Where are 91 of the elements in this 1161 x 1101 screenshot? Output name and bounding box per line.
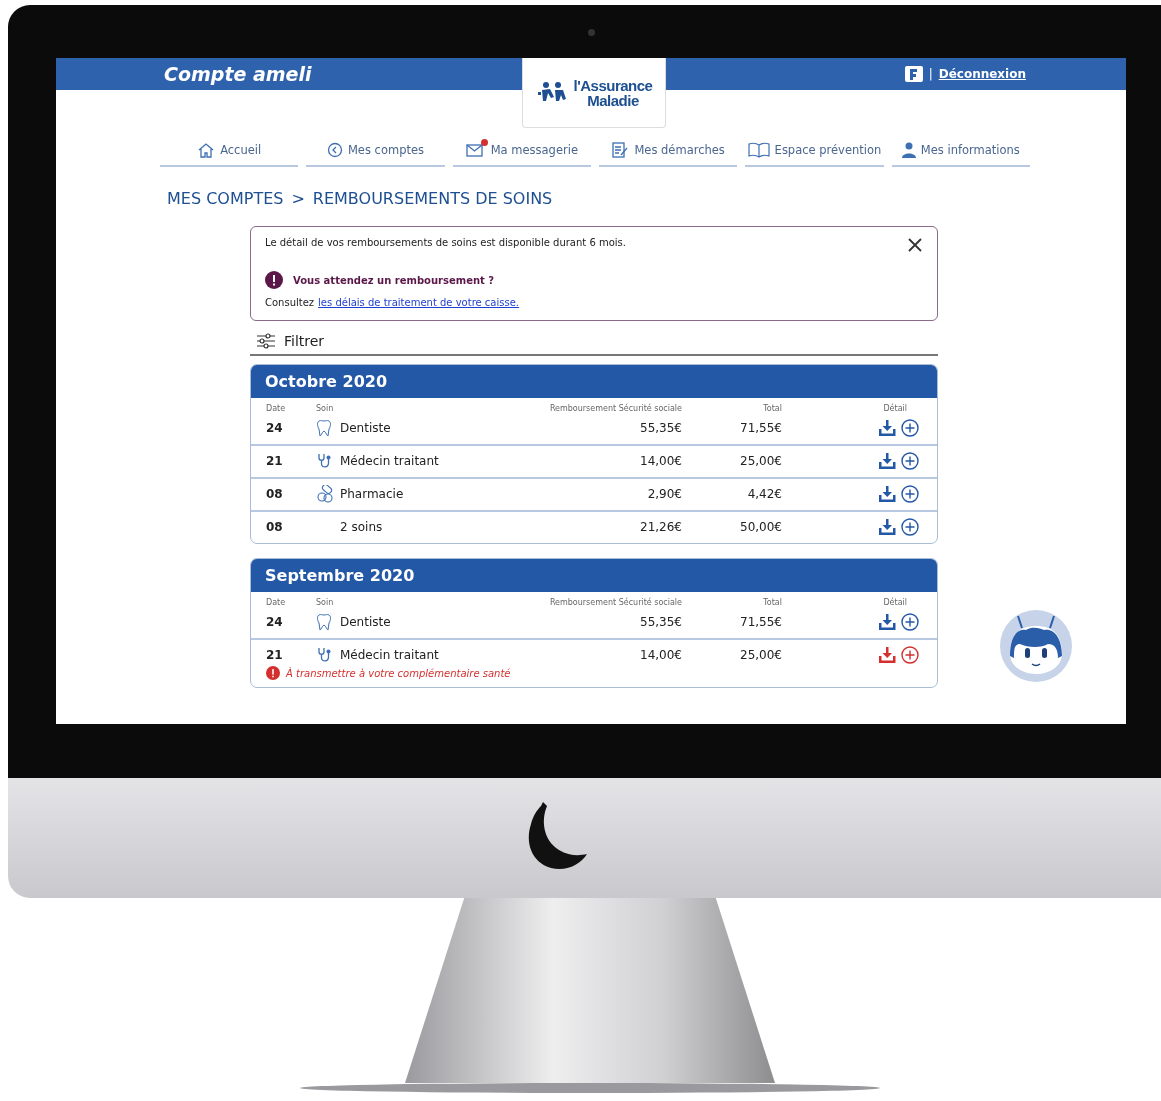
nav-tab[interactable]: Accueil (160, 142, 299, 167)
tooth-icon (316, 613, 332, 631)
total-cell-text: 71,55€ (739, 421, 782, 435)
plus-circle-icon[interactable] (901, 419, 919, 437)
date-cell-text: 21 (266, 648, 284, 662)
reimbursement-row[interactable]: 08 2 soins 21,26€ 50,00€ (251, 512, 937, 543)
total-cell-text: 71,55€ (739, 615, 782, 629)
nav-tab[interactable]: Ma messagerie (452, 142, 591, 167)
column-header: Total (762, 404, 782, 413)
breadcrumb-link[interactable]: MES COMPTES (167, 189, 284, 208)
person-icon (901, 142, 916, 158)
month-title: Octobre 2020 (265, 372, 388, 391)
reimbursement-cell-text: 55,35€ (639, 421, 682, 435)
plus-circle-icon[interactable] (901, 613, 919, 631)
stethoscope-icon (316, 452, 332, 470)
download-icon[interactable] (878, 646, 896, 664)
filter-button[interactable]: Filtrer (256, 333, 325, 349)
plus-circle-icon[interactable] (901, 646, 919, 664)
exclamation-icon (265, 271, 283, 289)
processing-times-link[interactable]: les délais de traitement de votre caisse. (318, 297, 520, 308)
warning-text: À transmettre à votre complémentaire santé (286, 667, 511, 679)
care-cell: Médecin traitant (340, 454, 439, 468)
reimbursement-row[interactable]: 24 Dentiste 55,35€ 71,55€ (251, 607, 937, 640)
care-cell: 2 soins (340, 520, 383, 534)
plus-circle-icon[interactable] (901, 452, 919, 470)
site-title: Compte ameli (164, 63, 312, 85)
column-header: Détail (882, 598, 908, 607)
breadcrumb-separator: > (291, 189, 305, 208)
care-cell: Médecin traitant (340, 648, 439, 662)
breadcrumb-current: REMBOURSEMENTS DE SOINS (312, 189, 553, 208)
logo-card[interactable]: l'Assurance Maladie (522, 58, 666, 128)
download-icon[interactable] (878, 518, 896, 536)
column-header: Détail (882, 404, 908, 413)
plus-circle-icon[interactable] (901, 485, 919, 503)
total-cell-text: 25,00€ (739, 454, 782, 468)
download-icon[interactable] (878, 613, 896, 631)
column-header: Date (266, 598, 287, 607)
care-cell: Dentiste (340, 421, 391, 435)
column-header: Soin (316, 404, 335, 413)
download-icon[interactable] (878, 485, 896, 503)
logo-text: Maladie (587, 92, 639, 108)
home-icon (197, 142, 216, 158)
column-header: Total (762, 598, 782, 607)
month-title: Septembre 2020 (265, 566, 415, 585)
reimbursement-row[interactable]: 08 Pharmacie 2,90€ 4,42€ (251, 479, 937, 512)
plus-circle-icon[interactable] (901, 518, 919, 536)
nav-tab[interactable]: Espace prévention (745, 142, 884, 167)
total-cell-text: 25,00€ (739, 648, 782, 662)
column-header: Date (266, 404, 287, 413)
logout-icon[interactable] (904, 66, 923, 82)
reimbursement-cell-text: 14,00€ (639, 648, 682, 662)
download-icon[interactable] (878, 452, 896, 470)
camera-icon (588, 29, 595, 36)
date-cell-text: 24 (266, 615, 284, 629)
reimbursement-cell-text: 14,00€ (639, 454, 682, 468)
total-cell-text: 50,00€ (739, 520, 782, 534)
reimbursement-cell-text: 2,90€ (646, 487, 682, 501)
logout-link[interactable]: Déconnexion (938, 67, 1026, 81)
column-header: Remboursement Sécurité sociale (548, 598, 682, 607)
date-cell-text: 24 (266, 421, 284, 435)
document-icon (611, 142, 630, 158)
nav-tab[interactable]: Mes comptes (306, 142, 445, 167)
reimbursement-row[interactable]: 24 Dentiste 55,35€ 71,55€ (251, 413, 937, 446)
column-header: Soin (316, 598, 335, 607)
pills-icon (316, 485, 334, 503)
reimbursement-cell-text: 55,35€ (639, 615, 682, 629)
info-text: Le détail de vos remboursements de soins est disponible durant 6 mois. (265, 237, 626, 248)
tooth-icon (316, 419, 332, 437)
care-cell: Pharmacie (340, 487, 404, 501)
reimbursement-row[interactable]: 21 Médecin traitant 14,00€ 25,00€ (251, 446, 937, 479)
logo-text: l'Assurance (573, 77, 653, 93)
mail-icon (465, 142, 486, 158)
column-header: Remboursement Sécurité sociale (548, 404, 682, 413)
date-cell-text: 08 (266, 520, 284, 534)
close-icon[interactable] (907, 237, 923, 253)
book-icon (747, 142, 770, 158)
care-cell: Dentiste (340, 615, 391, 629)
nav-tab[interactable]: Mes démarches (599, 142, 738, 167)
stethoscope-icon (316, 646, 332, 664)
reimbursement-cell-text: 21,26€ (639, 520, 682, 534)
download-icon[interactable] (878, 419, 896, 437)
reimbursement-row[interactable]: 21 Médecin traitant 14,00€ 25,00€ À transmettre à votre complémentaire santé (251, 640, 937, 687)
alert-title: Vous attendez un remboursement ? (293, 274, 495, 286)
separator: | (928, 67, 933, 81)
date-cell-text: 08 (266, 487, 284, 501)
date-cell-text: 21 (266, 454, 284, 468)
nav-tab[interactable]: Mes informations (891, 142, 1030, 167)
info-text: Consultez (265, 297, 315, 308)
exclamation-icon (266, 666, 280, 680)
sliders-icon (256, 333, 276, 349)
total-cell-text: 4,42€ (746, 487, 782, 501)
